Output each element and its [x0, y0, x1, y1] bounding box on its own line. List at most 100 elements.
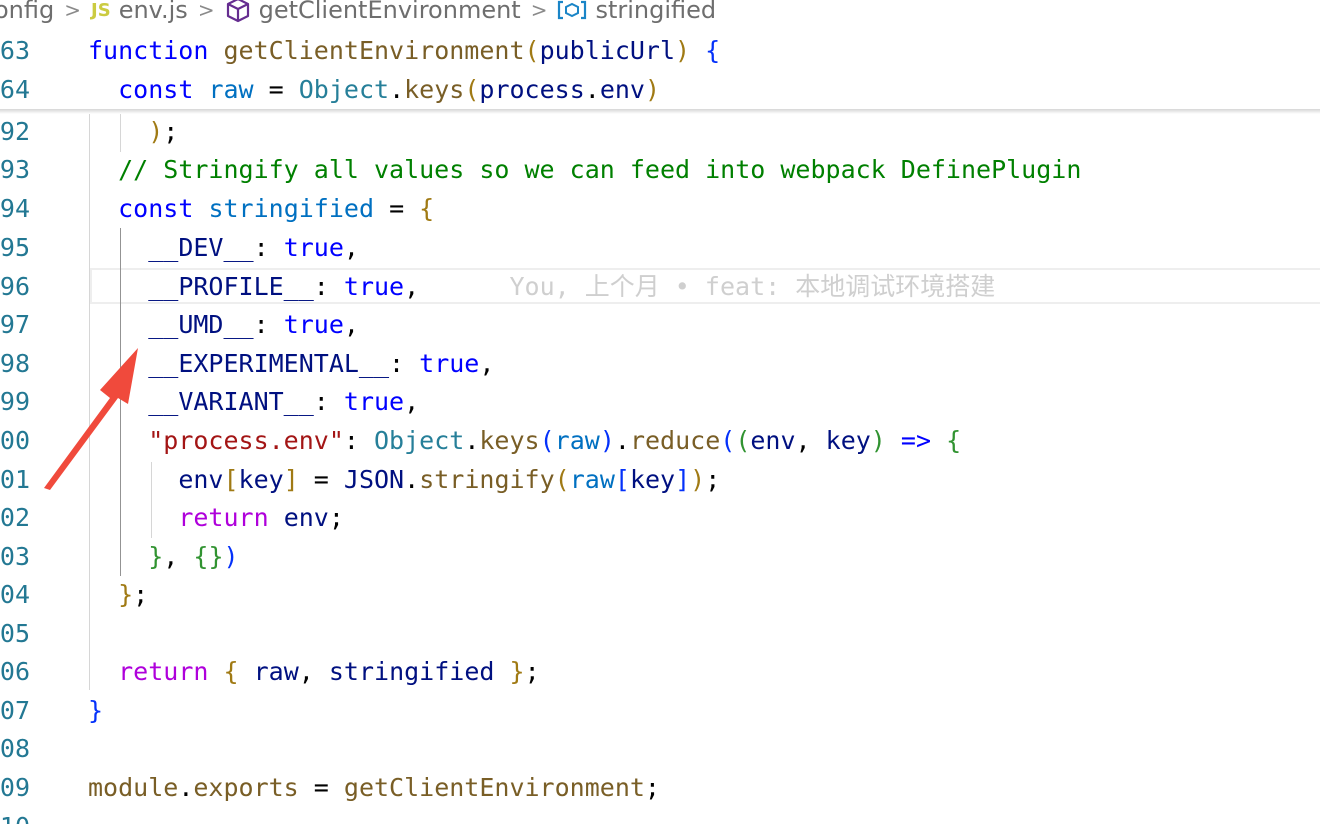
code-text: env[key] = JSON.stringify(raw[key]); — [88, 461, 720, 499]
code-token: function — [88, 36, 209, 65]
code-text: module.exports = getClientEnvironment; — [88, 769, 660, 807]
code-line[interactable]: 08 — [0, 730, 1320, 768]
code-line[interactable]: 00 "process.env": Object.keys(raw).reduc… — [0, 422, 1320, 460]
code-token: raw — [554, 426, 600, 455]
code-token: ) — [148, 117, 164, 146]
code-token: ) — [644, 75, 661, 104]
code-token: stringified — [328, 657, 495, 686]
line-number: 92 — [0, 117, 30, 146]
breadcrumb-item-variable[interactable]: stringified — [557, 0, 716, 24]
breadcrumb-item-folder[interactable]: onfig — [0, 0, 54, 24]
code-line[interactable]: 63 function getClientEnvironment(publicUr… — [0, 32, 1320, 70]
code-line[interactable]: 92 ); — [0, 113, 1320, 151]
line-number: 63 — [0, 36, 30, 65]
code-text: const stringified = { — [88, 190, 434, 228]
code-text: function getClientEnvironment(publicUrl)… — [88, 32, 720, 70]
line-number: 64 — [0, 75, 30, 104]
code-token: keys — [479, 426, 540, 455]
code-token: } — [509, 657, 525, 686]
code-line[interactable]: 95 __DEV__: true, — [0, 229, 1320, 267]
code-token: ; — [644, 773, 660, 802]
code-token: ) — [690, 465, 706, 494]
code-token: ] — [283, 465, 299, 494]
code-token: = — [298, 465, 344, 494]
code-token: ) — [675, 36, 691, 65]
code-token: { — [705, 36, 721, 65]
chevron-right-icon: > — [197, 0, 215, 22]
code-token: ) — [870, 426, 886, 455]
code-token: ) — [599, 426, 615, 455]
code-token: } — [118, 580, 134, 609]
git-blame-annotation[interactable]: You, 上个月 • feat: 本地调试环境搭建 — [510, 272, 996, 301]
code-token: true — [283, 233, 344, 262]
code-line[interactable]: 04 }; — [0, 576, 1320, 614]
code-token: ( — [539, 426, 555, 455]
code-line[interactable]: 07} — [0, 692, 1320, 730]
code-token: env — [750, 426, 796, 455]
breadcrumb-folder-label: onfig — [0, 0, 55, 24]
code-line[interactable]: 93 // Stringify all values so we can fee… — [0, 151, 1320, 189]
line-number: 95 — [0, 233, 30, 262]
code-line[interactable]: 03 }, {}) — [0, 538, 1320, 576]
code-token: return — [118, 657, 209, 686]
code-line[interactable]: 05 — [0, 615, 1320, 653]
code-line[interactable]: 02 return env; — [0, 499, 1320, 537]
code-line[interactable]: 64 const raw = Object.keys(process.env) — [0, 71, 1320, 109]
code-line[interactable]: 99 __VARIANT__: true, — [0, 383, 1320, 421]
line-number: 06 — [0, 657, 30, 686]
code-line[interactable]: 98 __EXPERIMENTAL__: true, — [0, 345, 1320, 383]
code-token: = — [374, 194, 420, 223]
code-token: getClientEnvironment — [223, 36, 525, 65]
code-line[interactable]: 10 — [0, 808, 1320, 824]
line-number: 93 — [0, 155, 30, 184]
line-number: 94 — [0, 194, 30, 223]
code-text: ); — [88, 113, 178, 151]
code-token: key — [825, 426, 871, 455]
code-text: // Stringify all values so we can feed i… — [88, 151, 1081, 189]
code-line[interactable]: 09 module.exports = getClientEnvironment; — [0, 769, 1320, 807]
code-token: , — [479, 349, 495, 378]
code-token: raw — [253, 657, 299, 686]
code-line[interactable]: 94 const stringified = { — [0, 190, 1320, 228]
code-token: ; — [133, 580, 149, 609]
code-token: ( — [735, 426, 751, 455]
code-token: , — [404, 272, 420, 301]
line-number: 10 — [0, 808, 30, 824]
line-number: 02 — [0, 503, 30, 532]
code-line[interactable]: 06 return { raw, stringified }; — [0, 653, 1320, 691]
code-token: exports — [193, 773, 299, 802]
breadcrumb-item-file[interactable]: JS env.js — [91, 0, 188, 24]
code-token: true — [343, 387, 405, 416]
sticky-scroll-divider — [0, 109, 1320, 114]
code-token: , — [343, 233, 359, 262]
code-line[interactable]: 96 __PROFILE__: true, You, 上个月 • feat: 本… — [0, 268, 1320, 306]
code-text: }, {}) — [88, 538, 238, 576]
code-token: => — [900, 426, 932, 455]
line-number: 08 — [0, 734, 30, 763]
code-line[interactable]: 97 __UMD__: true, — [0, 306, 1320, 344]
breadcrumb-function-label: getClientEnvironment — [258, 0, 521, 24]
line-number: 98 — [0, 349, 30, 378]
code-token: env — [178, 465, 224, 494]
code-text: }; — [88, 576, 148, 614]
code-token: ( — [720, 426, 736, 455]
code-token: true — [343, 272, 405, 301]
code-token: { — [419, 194, 435, 223]
breadcrumb-item-function[interactable]: getClientEnvironment — [225, 0, 521, 24]
code-token: __VARIANT__ — [148, 387, 314, 416]
code-token: {} — [193, 542, 224, 571]
breadcrumb-variable-label: stringified — [595, 0, 717, 24]
code-token: , — [163, 542, 194, 571]
code-text: __EXPERIMENTAL__: true, — [88, 345, 494, 383]
line-number: 96 — [0, 272, 30, 301]
code-line[interactable]: 01 env[key] = JSON.stringify(raw[key]); — [0, 461, 1320, 499]
function-cube-icon — [225, 0, 251, 23]
code-token: process — [479, 75, 585, 104]
